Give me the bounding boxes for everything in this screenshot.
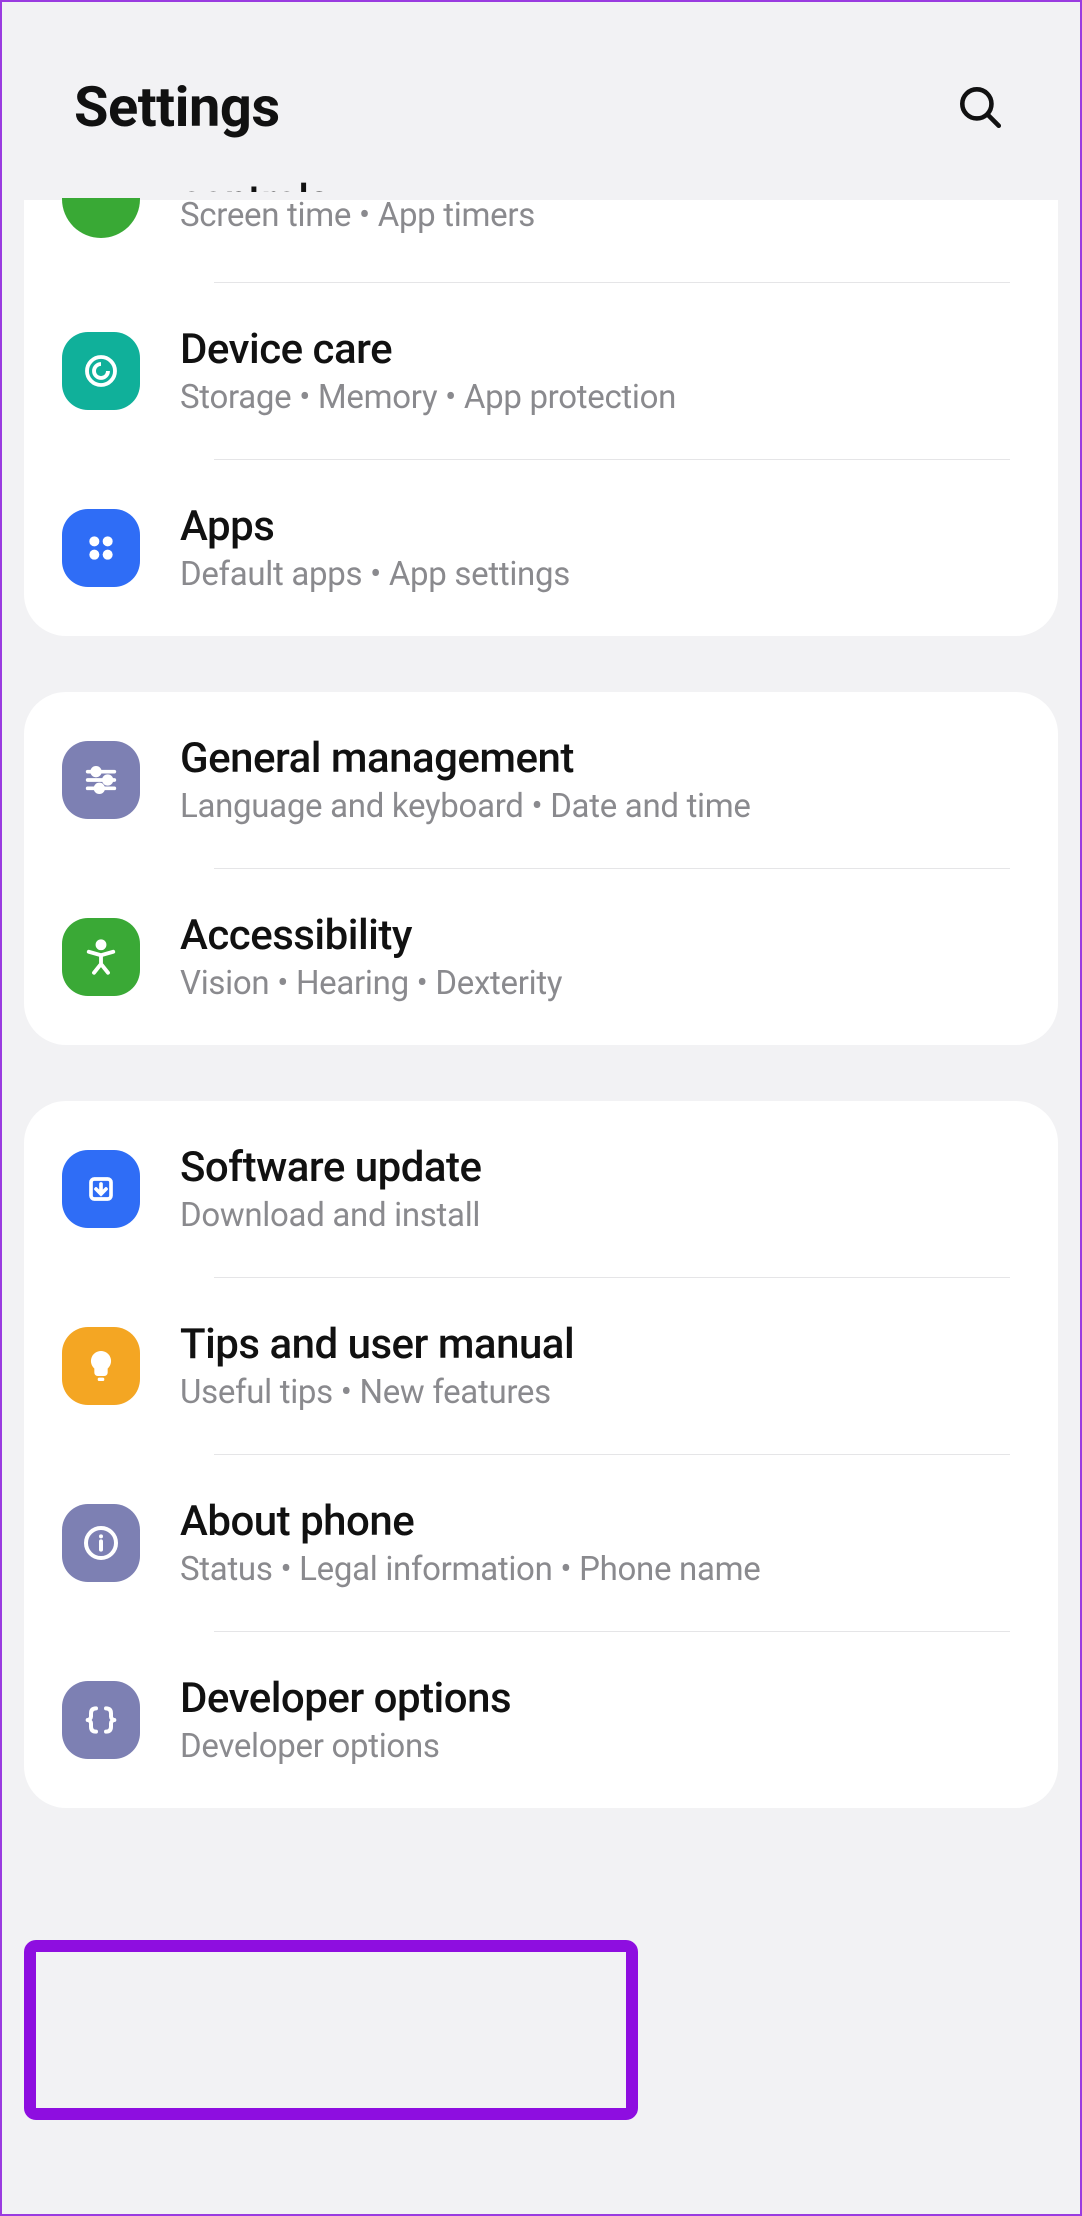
row-subtitle: Developer options <box>180 1727 511 1766</box>
search-button[interactable] <box>952 79 1008 135</box>
row-title: General management <box>180 734 751 783</box>
row-subtitle: Language and keyboard • Date and time <box>180 787 751 826</box>
settings-group-1: controls Screen time • App timers Device… <box>24 200 1058 636</box>
row-text: Accessibility Vision • Hearing • Dexteri… <box>180 911 562 1003</box>
row-subtitle: Vision • Hearing • Dexterity <box>180 964 562 1003</box>
accessibility-icon <box>62 918 140 996</box>
info-icon <box>62 1504 140 1582</box>
row-about-phone[interactable]: About phone Status • Legal information •… <box>24 1455 1058 1631</box>
row-text: Apps Default apps • App settings <box>180 502 570 594</box>
row-subtitle: Screen time • App timers <box>180 196 535 235</box>
apps-icon <box>62 509 140 587</box>
row-title: About phone <box>180 1497 760 1546</box>
tip-icon <box>62 1327 140 1405</box>
row-developer-options[interactable]: Developer options Developer options <box>24 1632 1058 1808</box>
row-subtitle: Useful tips • New features <box>180 1373 574 1412</box>
settings-group-3: Software update Download and install Tip… <box>24 1101 1058 1808</box>
row-text: Software update Download and install <box>180 1143 482 1235</box>
highlight-developer-options <box>24 1940 638 2120</box>
update-icon <box>62 1150 140 1228</box>
row-apps[interactable]: Apps Default apps • App settings <box>24 460 1058 636</box>
row-accessibility[interactable]: Accessibility Vision • Hearing • Dexteri… <box>24 869 1058 1045</box>
row-subtitle: Status • Legal information • Phone name <box>180 1550 760 1589</box>
row-software-update[interactable]: Software update Download and install <box>24 1101 1058 1277</box>
row-title: Apps <box>180 502 570 551</box>
row-digital-wellbeing[interactable]: controls Screen time • App timers <box>24 200 1058 282</box>
row-device-care[interactable]: Device care Storage • Memory • App prote… <box>24 283 1058 459</box>
row-text: controls Screen time • App timers <box>180 206 535 235</box>
row-title: controls <box>180 176 535 192</box>
row-subtitle: Download and install <box>180 1196 482 1235</box>
row-subtitle: Storage • Memory • App protection <box>180 378 676 417</box>
row-title: Developer options <box>180 1674 511 1723</box>
row-text: General management Language and keyboard… <box>180 734 751 826</box>
row-subtitle: Default apps • App settings <box>180 555 570 594</box>
settings-group-2: General management Language and keyboard… <box>24 692 1058 1045</box>
search-icon <box>955 82 1005 132</box>
wellbeing-icon <box>62 198 140 238</box>
page-title: Settings <box>74 74 280 140</box>
row-title: Tips and user manual <box>180 1320 574 1369</box>
device-care-icon <box>62 332 140 410</box>
header: Settings <box>2 2 1080 200</box>
row-title: Software update <box>180 1143 482 1192</box>
row-general-management[interactable]: General management Language and keyboard… <box>24 692 1058 868</box>
row-title: Device care <box>180 325 676 374</box>
row-text: About phone Status • Legal information •… <box>180 1497 760 1589</box>
row-title: Accessibility <box>180 911 562 960</box>
row-text: Developer options Developer options <box>180 1674 511 1766</box>
row-text: Tips and user manual Useful tips • New f… <box>180 1320 574 1412</box>
dev-icon <box>62 1681 140 1759</box>
row-tips[interactable]: Tips and user manual Useful tips • New f… <box>24 1278 1058 1454</box>
row-text: Device care Storage • Memory • App prote… <box>180 325 676 417</box>
sliders-icon <box>62 741 140 819</box>
